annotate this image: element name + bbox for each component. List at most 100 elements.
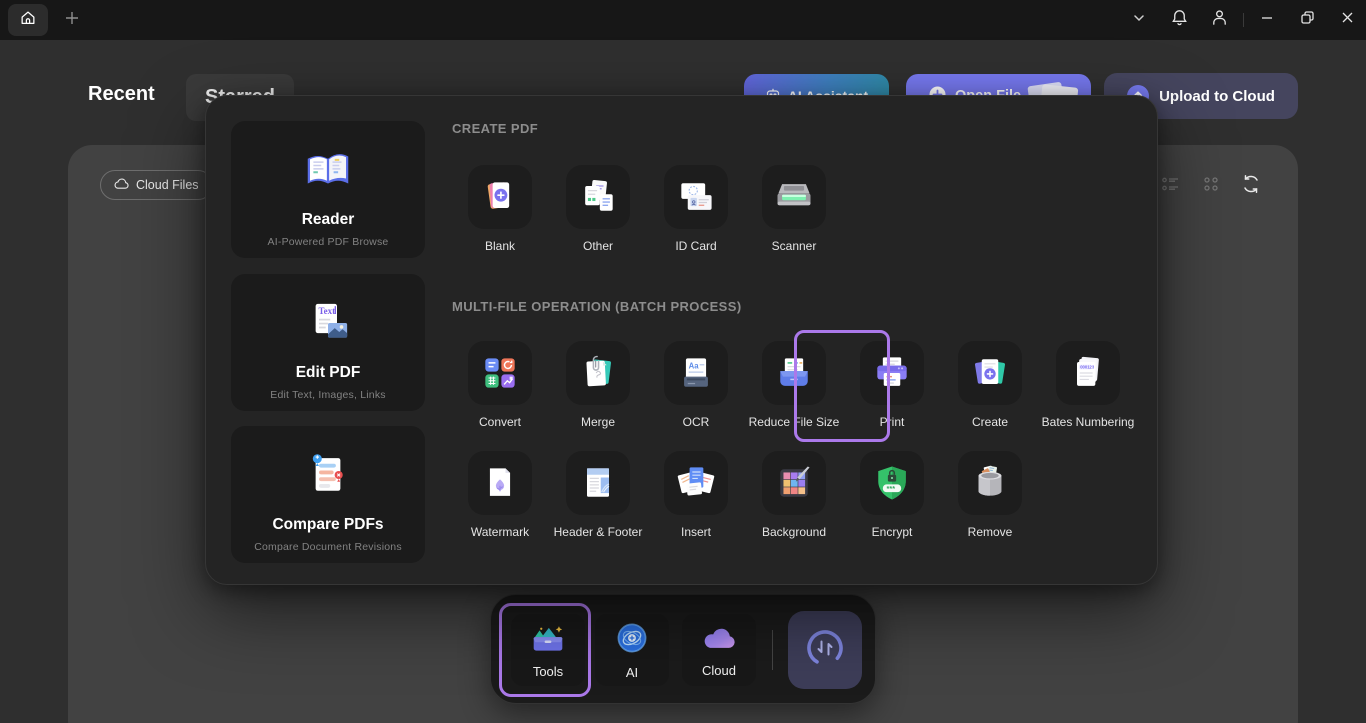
- blank-icon: [468, 165, 532, 229]
- tab-recent[interactable]: Recent: [88, 83, 155, 106]
- remove-icon: [958, 451, 1022, 515]
- tile-insert-label: Insert: [681, 525, 711, 539]
- batch-row-1: Convert Merge: [451, 341, 1137, 429]
- cloud-files-button[interactable]: Cloud Files: [100, 170, 213, 200]
- tile-create-label: Create: [972, 415, 1008, 429]
- id-card-icon: [664, 165, 728, 229]
- reader-card[interactable]: Reader AI-Powered PDF Browse: [231, 121, 425, 258]
- tools-icon: [531, 622, 565, 659]
- background-icon: [762, 451, 826, 515]
- tile-bates-numbering[interactable]: 000123 Bates Numbering: [1039, 341, 1137, 429]
- bottom-dock: Tools AI: [490, 594, 876, 704]
- scanner-icon: [762, 165, 826, 229]
- grid-view-button[interactable]: [1200, 173, 1222, 195]
- restore-button[interactable]: [1288, 0, 1326, 40]
- list-view-icon: [1160, 182, 1182, 199]
- tile-id-card[interactable]: ID Card: [647, 165, 745, 253]
- tile-merge[interactable]: Merge: [549, 341, 647, 429]
- account-button[interactable]: [1200, 0, 1238, 40]
- reduce-file-size-icon: [762, 341, 826, 405]
- encrypt-icon: ***: [860, 451, 924, 515]
- tools-popup-panel: Reader AI-Powered PDF Browse Text Edit P…: [205, 95, 1158, 585]
- notifications-button[interactable]: [1160, 0, 1198, 40]
- tile-remove-label: Remove: [968, 525, 1013, 539]
- tile-bates-numbering-label: Bates Numbering: [1042, 415, 1135, 429]
- svg-text:***: ***: [887, 484, 896, 493]
- dock-converter-button[interactable]: [788, 611, 862, 689]
- tile-ocr-label: OCR: [683, 415, 710, 429]
- dock-ai-button[interactable]: AI: [595, 614, 669, 686]
- tile-create[interactable]: Create: [941, 341, 1039, 429]
- edit-pdf-icon: Text: [301, 296, 355, 355]
- tile-scanner-label: Scanner: [772, 239, 817, 253]
- home-icon: [19, 9, 37, 32]
- tile-ocr[interactable]: Aa OCR: [647, 341, 745, 429]
- convert-circle-icon: [802, 625, 848, 676]
- titlebar-divider: [1243, 13, 1244, 27]
- batch-section-title: MULTI-FILE OPERATION (BATCH PROCESS): [452, 299, 742, 314]
- plus-icon: [64, 10, 80, 31]
- print-icon: [860, 341, 924, 405]
- dropdown-button[interactable]: [1120, 0, 1158, 40]
- tile-convert[interactable]: Convert: [451, 341, 549, 429]
- tile-other-label: Other: [583, 239, 613, 253]
- home-tab-button[interactable]: [8, 4, 48, 36]
- ai-icon: [615, 621, 649, 660]
- tile-blank[interactable]: Blank: [451, 165, 549, 253]
- create-icon: [958, 341, 1022, 405]
- tile-id-card-label: ID Card: [675, 239, 716, 253]
- upload-to-cloud-label: Upload to Cloud: [1159, 88, 1275, 105]
- watermark-icon: [468, 451, 532, 515]
- new-tab-button[interactable]: [62, 10, 82, 30]
- close-button[interactable]: [1328, 0, 1366, 40]
- tile-watermark-label: Watermark: [471, 525, 529, 539]
- tile-reduce-file-size[interactable]: Reduce File Size: [745, 341, 843, 429]
- tile-encrypt[interactable]: *** Encrypt: [843, 451, 941, 539]
- cloud-files-label: Cloud Files: [136, 178, 199, 192]
- close-icon: [1340, 10, 1355, 30]
- insert-icon: [664, 451, 728, 515]
- chevron-down-icon: [1132, 11, 1146, 30]
- app-window: Recent Starred AI Assistant Open File Up…: [0, 0, 1366, 723]
- refresh-button[interactable]: [1240, 173, 1262, 195]
- minimize-button[interactable]: [1248, 0, 1286, 40]
- compare-pdfs-card[interactable]: Compare PDFs Compare Document Revisions: [231, 426, 425, 563]
- svg-text:000123: 000123: [1080, 365, 1095, 370]
- minimize-icon: [1260, 11, 1274, 30]
- create-pdf-section-title: CREATE PDF: [452, 121, 538, 136]
- dock-cloud-label: Cloud: [702, 663, 736, 678]
- list-view-button[interactable]: [1160, 173, 1182, 195]
- tile-print[interactable]: Print: [843, 341, 941, 429]
- titlebar: [0, 0, 1366, 40]
- dock-tools-label: Tools: [533, 664, 563, 679]
- ocr-icon: Aa: [664, 341, 728, 405]
- edit-pdf-subtitle: Edit Text, Images, Links: [270, 389, 386, 401]
- tile-insert[interactable]: Insert: [647, 451, 745, 539]
- grid-view-icon: [1200, 182, 1222, 199]
- tile-header-footer[interactable]: Header & Footer: [549, 451, 647, 539]
- compare-pdfs-subtitle: Compare Document Revisions: [254, 541, 402, 553]
- svg-text:Text: Text: [318, 306, 335, 316]
- refresh-icon: [1240, 182, 1262, 199]
- dock-divider: [772, 630, 773, 670]
- edit-pdf-title: Edit PDF: [296, 364, 361, 382]
- edit-pdf-card[interactable]: Text Edit PDF Edit Text, Images, Links: [231, 274, 425, 411]
- batch-row-2: Watermark Header & Footer: [451, 451, 1039, 539]
- restore-icon: [1300, 10, 1315, 30]
- tile-other[interactable]: Other: [549, 165, 647, 253]
- tile-watermark[interactable]: Watermark: [451, 451, 549, 539]
- compare-pdfs-title: Compare PDFs: [272, 516, 383, 534]
- dock-tools-button[interactable]: Tools: [511, 614, 585, 686]
- convert-icon: [468, 341, 532, 405]
- dock-ai-label: AI: [626, 665, 638, 680]
- tile-background[interactable]: Background: [745, 451, 843, 539]
- dock-cloud-button[interactable]: Cloud: [682, 614, 756, 686]
- tile-remove[interactable]: Remove: [941, 451, 1039, 539]
- person-icon: [1210, 8, 1229, 32]
- reader-subtitle: AI-Powered PDF Browse: [268, 236, 389, 248]
- tile-scanner[interactable]: Scanner: [745, 165, 843, 253]
- tile-encrypt-label: Encrypt: [872, 525, 913, 539]
- bell-icon: [1170, 8, 1189, 32]
- svg-text:Aa: Aa: [689, 361, 700, 370]
- bates-numbering-icon: 000123: [1056, 341, 1120, 405]
